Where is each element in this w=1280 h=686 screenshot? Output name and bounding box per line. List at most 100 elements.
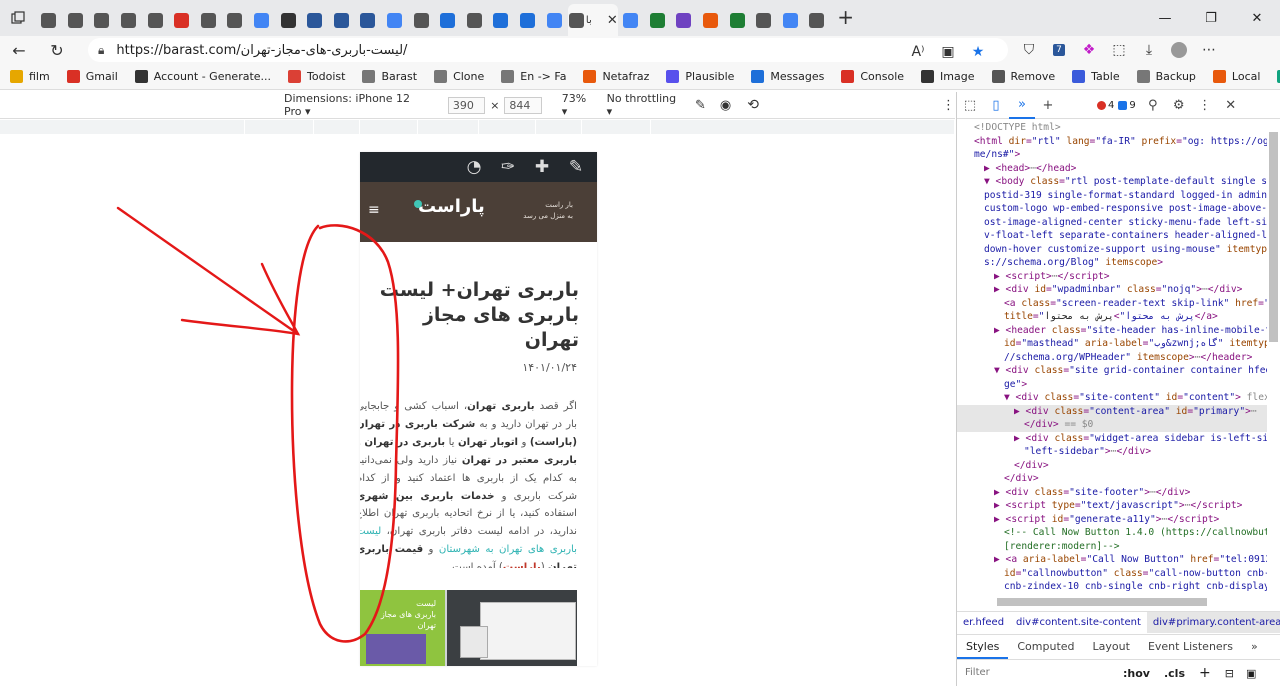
bookmark-item[interactable]: Backup xyxy=(1136,70,1196,83)
browser-tab[interactable]: Sc xyxy=(515,6,542,34)
dom-node-line[interactable]: ▼ <div class="site grid-container contai… xyxy=(957,364,1267,378)
browser-tab[interactable]: H xyxy=(275,6,302,34)
dom-node-line[interactable]: </div> xyxy=(957,459,1267,473)
address-bar[interactable]: 🔒︎ https://barast.com/لیست-باربری-های-مج… xyxy=(88,38,1008,62)
device-dimensions-dropdown[interactable]: Dimensions: iPhone 12 Pro ▾ xyxy=(284,92,428,118)
styles-filter-input[interactable]: Filter xyxy=(961,663,1117,683)
hov-toggle[interactable]: :hov xyxy=(1123,667,1150,680)
dom-node-line[interactable]: ▶ <head>⋯</head> xyxy=(957,162,1267,176)
dashboard-icon[interactable]: ◔ xyxy=(457,157,491,177)
dom-node-line[interactable]: ▼ <div class="site-content" id="content"… xyxy=(957,391,1267,405)
dom-node-line[interactable]: "left-sidebar">⋯</div> xyxy=(957,445,1267,459)
elements-tab-icon[interactable]: » xyxy=(1009,92,1035,119)
issues-icon[interactable]: ⚲ xyxy=(1140,92,1166,119)
bookmark-item[interactable]: Local xyxy=(1212,70,1260,83)
dom-node-line[interactable]: ▼ <body class="rtl post-template-default… xyxy=(957,175,1267,189)
dom-node-line[interactable]: ▶ <header class="site-header has-inline-… xyxy=(957,324,1267,338)
dom-node-line[interactable]: ge"> xyxy=(957,378,1267,392)
browser-tab[interactable]: با xyxy=(777,6,804,34)
zoom-dropdown[interactable]: 73% ▾ xyxy=(562,92,593,118)
ruler-segment[interactable] xyxy=(651,120,955,134)
cls-toggle[interactable]: .cls xyxy=(1164,667,1185,680)
styles-pane-tab[interactable]: Styles xyxy=(957,635,1009,659)
bookmark-item[interactable]: Gmail xyxy=(66,70,118,83)
browser-tab[interactable]: H xyxy=(329,6,356,34)
browser-tab[interactable]: m xyxy=(169,6,196,34)
dom-node-line[interactable]: ost-image-aligned-center sticky-menu-fad… xyxy=(957,216,1267,230)
minimize-button[interactable]: — xyxy=(1142,0,1188,36)
ruler-segment[interactable] xyxy=(245,120,314,134)
ruler-segment[interactable] xyxy=(314,120,360,134)
download-icon[interactable]: ⤓ xyxy=(1134,36,1164,64)
dom-node-line[interactable]: s://schema.org/Blog" itemscope> xyxy=(957,256,1267,270)
bookmark-item[interactable]: Account - Generate... xyxy=(134,70,271,83)
dom-node-line[interactable]: id="callnowbutton" class="call-now-butto… xyxy=(957,567,1267,581)
browser-tab[interactable]: W xyxy=(36,6,63,34)
browser-tab[interactable]: TI xyxy=(724,6,751,34)
inspect-element-icon[interactable]: ⬚ xyxy=(957,92,983,119)
browser-tab[interactable]: W xyxy=(63,6,90,34)
customize-brush-icon[interactable]: ✑ xyxy=(491,157,525,177)
close-tab-icon[interactable]: ✕ xyxy=(607,13,618,28)
browser-tab[interactable]: Cl xyxy=(222,6,249,34)
viewport-height-input[interactable]: 844 xyxy=(504,96,542,114)
dom-node-line[interactable]: custom-logo wp-embed-responsive post-ima… xyxy=(957,202,1267,216)
dom-node-line[interactable]: ▶ <script type="text/javascript">⋯</scri… xyxy=(957,499,1267,513)
dom-node-line[interactable]: //schema.org/WPHeader" itemscope>⋯</head… xyxy=(957,351,1267,365)
browser-tab[interactable]: re xyxy=(249,6,276,34)
color-extension-icon[interactable]: ❖ xyxy=(1074,36,1104,64)
dom-node-line[interactable]: title="پرش به محتوا">پرش به محتوا </a> xyxy=(957,310,1267,324)
shield-extension-icon[interactable]: ⛉ xyxy=(1014,36,1044,64)
dom-node-line[interactable]: <a class="screen-reader-text skip-link" … xyxy=(957,297,1267,311)
close-devtools-icon[interactable]: ✕ xyxy=(1218,92,1244,119)
bookmark-item[interactable]: Table xyxy=(1072,70,1120,83)
browser-tab[interactable]: In xyxy=(462,6,489,34)
devtools-more-icon[interactable]: ⋮ xyxy=(1192,92,1218,119)
hamburger-menu-icon[interactable]: ≡ xyxy=(368,202,380,218)
element-state-icon[interactable]: ⊟ xyxy=(1225,667,1234,680)
browser-tab[interactable]: G xyxy=(302,6,329,34)
dom-node-line[interactable]: <!-- Call Now Button 1.4.0 (https://call… xyxy=(957,526,1267,540)
ruler-segment[interactable] xyxy=(536,120,582,134)
dom-node-line[interactable]: postid-319 single-format-standard logged… xyxy=(957,189,1267,203)
dom-node-line[interactable]: <html dir="rtl" lang="fa-IR" prefix="og:… xyxy=(957,135,1267,149)
dom-node-line[interactable]: me/ns#"> xyxy=(957,148,1267,162)
edit-pencil-icon[interactable]: ✎ xyxy=(559,157,593,177)
read-aloud-icon[interactable]: A⁾ xyxy=(903,38,933,66)
bookmark-item[interactable]: Todoist xyxy=(288,70,345,83)
browser-tab[interactable]: 1. xyxy=(698,6,725,34)
close-window-button[interactable]: ✕ xyxy=(1234,0,1280,36)
viewport-width-input[interactable]: 390 xyxy=(447,96,486,114)
bookmark-item[interactable]: Image xyxy=(921,70,975,83)
browser-tab[interactable]: Li xyxy=(671,6,698,34)
browser-tab[interactable]: تر xyxy=(89,6,116,34)
bookmark-item[interactable]: film xyxy=(10,70,50,83)
settings-gear-icon[interactable]: ⚙ xyxy=(1166,92,1192,119)
dom-node-line[interactable]: down-hover customize-support using-mouse… xyxy=(957,243,1267,257)
dom-node-line[interactable]: ▶ <a aria-label="Call Now Button" href="… xyxy=(957,553,1267,567)
app-available-icon[interactable]: ▣ xyxy=(933,38,963,66)
styles-pane-tab[interactable]: Computed xyxy=(1008,635,1083,659)
bookmark-item[interactable]: En -> Fa xyxy=(501,70,566,83)
tab-actions-button[interactable] xyxy=(0,0,36,36)
ruler-segment[interactable] xyxy=(360,120,418,134)
sidebar-toggle-icon[interactable]: ▣ xyxy=(1246,667,1256,680)
dom-node-line[interactable]: id="masthead" aria-label="وب&zwnj;گاه" i… xyxy=(957,337,1267,351)
profile-avatar[interactable] xyxy=(1164,36,1194,64)
breadcrumb-item[interactable]: div#primary.content-area xyxy=(1146,612,1280,633)
browser-tab[interactable]: با ✕ xyxy=(567,4,618,36)
dom-node-line[interactable]: ▶ <div class="widget-area sidebar is-lef… xyxy=(957,432,1267,446)
browser-tab[interactable]: tr xyxy=(541,6,568,34)
restore-button[interactable]: ❐ xyxy=(1188,0,1234,36)
styles-pane-tab[interactable]: Event Listeners xyxy=(1139,635,1242,659)
elements-horizontal-scrollbar[interactable] xyxy=(997,598,1207,606)
browser-tab[interactable]: با xyxy=(142,6,169,34)
throttling-dropdown[interactable]: No throttling ▾ xyxy=(607,92,679,118)
favorite-star-icon[interactable]: ★ xyxy=(963,38,993,66)
bookmark-item[interactable]: Console xyxy=(841,70,904,83)
add-panel-icon[interactable]: + xyxy=(1035,92,1061,119)
browser-tab[interactable]: Re xyxy=(116,6,143,34)
ruler-segment[interactable] xyxy=(479,120,536,134)
new-tab-button[interactable]: + xyxy=(831,3,861,33)
messages-badge[interactable]: 9 xyxy=(1118,100,1136,111)
